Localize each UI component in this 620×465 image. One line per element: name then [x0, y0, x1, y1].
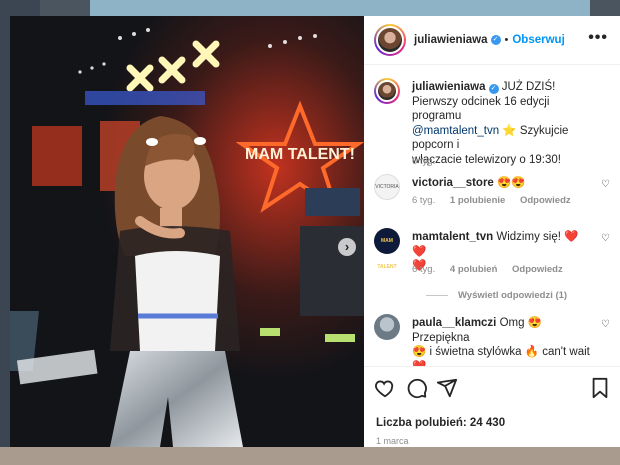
post-photo[interactable]: MAM TALENT! › [10, 16, 364, 447]
comment-meta: 6 tyg. 1 polubienie Odpowiedz [412, 195, 583, 206]
comment-text: 😍😍 [497, 177, 526, 189]
comment-avatar[interactable]: VICTORIA [374, 174, 400, 200]
header-username[interactable]: juliawieniawa [414, 34, 488, 46]
instagram-post-card: MAM TALENT! › juliawieniawa ✓ • Obserwuj… [10, 16, 620, 447]
comment-username[interactable]: paula__klamczi [412, 317, 496, 329]
avatar[interactable] [374, 24, 406, 56]
comment-username[interactable]: mamtalent_tvn [412, 231, 493, 243]
comment-like-heart-icon[interactable]: ♡ [601, 319, 610, 330]
post-sidebar: juliawieniawa ✓ • Obserwuj ••• juliawien… [364, 16, 620, 447]
comment-meta: 6 tyg. 4 polubień Odpowiedz [412, 264, 575, 275]
comment-avatar[interactable] [374, 314, 400, 340]
caption-username[interactable]: juliawieniawa [412, 81, 486, 93]
comment-username[interactable]: victoria__store [412, 177, 494, 189]
post-header: juliawieniawa ✓ • Obserwuj ••• [364, 16, 620, 65]
comment-icon[interactable] [406, 377, 428, 399]
comment-time[interactable]: 6 tyg. [412, 195, 435, 206]
comment-like-heart-icon[interactable]: ♡ [601, 233, 610, 244]
heart-icon[interactable] [374, 377, 396, 399]
post-footer: Liczba polubień: 24 430 1 marca [364, 366, 620, 447]
verified-badge-icon: ✓ [490, 35, 501, 45]
comment-text-line2: 😍 i świetna stylówka 🔥 can't wait [412, 346, 590, 358]
comment-like-heart-icon[interactable]: ♡ [601, 179, 610, 190]
post-photo-illustration: MAM TALENT! [10, 16, 364, 447]
caption-mention-link[interactable]: @mamtalent_tvn [412, 125, 499, 137]
caption-line2: Pierwszy odcinek 16 edycji programu [412, 95, 550, 123]
bookmark-icon[interactable] [590, 377, 610, 399]
follow-button[interactable]: Obserwuj [512, 34, 564, 46]
caption-time[interactable]: 6 tyg. [412, 156, 435, 167]
comment-likes[interactable]: 4 polubień [450, 264, 498, 275]
background-bottom-strip [0, 447, 620, 465]
caption-verified-icon: ✓ [488, 84, 499, 94]
caption-avatar[interactable] [374, 78, 400, 104]
view-replies-button[interactable]: Wyświetl odpowiedzi (1) [426, 290, 567, 301]
caption-meta: 6 tyg. [412, 156, 447, 167]
post-date[interactable]: 1 marca [376, 436, 409, 446]
comment-avatar[interactable]: MAM TALENT [374, 228, 400, 270]
caption-line1: JUŻ DZIŚ! [501, 81, 556, 93]
next-photo-button[interactable]: › [338, 238, 356, 256]
reply-button[interactable]: Odpowiedz [512, 264, 563, 275]
header-separator-dot: • [504, 34, 509, 46]
background-top-strip [90, 0, 590, 16]
action-bar [374, 377, 610, 401]
share-icon[interactable] [436, 377, 458, 399]
more-options-icon[interactable]: ••• [588, 30, 608, 46]
reply-button[interactable]: Odpowiedz [520, 195, 571, 206]
comment-time[interactable]: 6 tyg. [412, 264, 435, 275]
likes-count[interactable]: Liczba polubień: 24 430 [376, 417, 505, 429]
comments-section: juliawieniawa ✓ JUŻ DZIŚ! Pierwszy odcine… [364, 66, 620, 366]
comment-likes[interactable]: 1 polubienie [450, 195, 505, 206]
stage-sign-text: MAM TALENT! [245, 146, 355, 163]
